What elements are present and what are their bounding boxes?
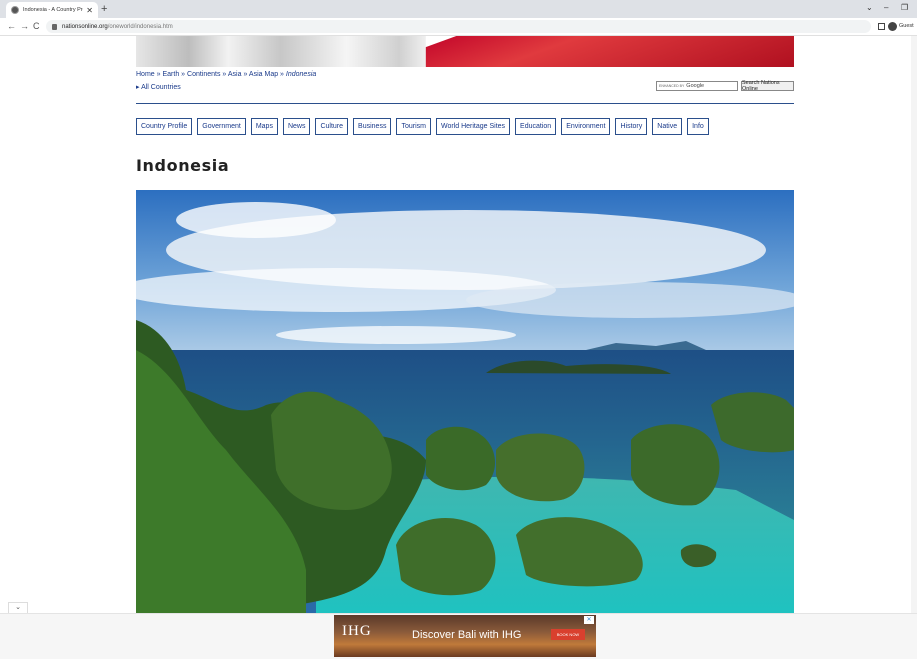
nav-news[interactable]: News: [282, 118, 311, 135]
back-icon[interactable]: ←: [7, 21, 16, 32]
tab-title: Indonesia - A Country Profile - D: [23, 7, 83, 13]
nav-native[interactable]: Native: [652, 118, 683, 135]
header-divider: [136, 103, 794, 104]
search-button[interactable]: Search Nations Online: [741, 80, 794, 92]
header-banner: [136, 36, 794, 67]
nav-history[interactable]: History: [615, 118, 648, 135]
nav-country-profile[interactable]: Country Profile: [136, 118, 193, 135]
forward-icon[interactable]: →: [20, 21, 29, 32]
breadcrumb-current: Indonesia: [285, 71, 317, 78]
breadcrumb: Home » Earth » Continents » Asia » Asia …: [136, 71, 317, 78]
page-title: Indonesia: [136, 156, 230, 175]
site-favicon-icon: [11, 6, 19, 14]
section-nav: Country Profile Government Maps News Cul…: [136, 118, 709, 135]
browser-toolbar: ← → C nationsonline.org /oneworld/indone…: [0, 18, 917, 36]
breadcrumb-earth[interactable]: Earth: [162, 71, 179, 78]
nav-culture[interactable]: Culture: [315, 118, 349, 135]
google-label: Google: [686, 83, 705, 89]
nav-world-heritage-sites[interactable]: World Heritage Sites: [435, 118, 511, 135]
lock-icon: [52, 23, 57, 30]
enhanced-by-label: ENHANCED BY: [659, 84, 685, 88]
browser-tab-bar: Indonesia - A Country Profile - D ✕ + ⌄ …: [0, 0, 917, 18]
browser-tab[interactable]: Indonesia - A Country Profile - D ✕: [6, 2, 98, 18]
hero-photo: [136, 190, 794, 613]
breadcrumb-home[interactable]: Home: [136, 71, 155, 78]
nav-tourism[interactable]: Tourism: [396, 118, 431, 135]
nav-education[interactable]: Education: [515, 118, 557, 135]
breadcrumb-asia[interactable]: Asia: [228, 71, 242, 78]
ad-book-now-button[interactable]: BOOK NOW: [551, 629, 585, 640]
ad-close-icon[interactable]: ✕: [584, 616, 594, 624]
search-input[interactable]: ENHANCED BY Google: [656, 81, 738, 91]
ad-logo: IHG: [342, 623, 372, 639]
profile-avatar-icon[interactable]: [888, 22, 897, 31]
breadcrumb-continents[interactable]: Continents: [187, 71, 220, 78]
address-bar[interactable]: nationsonline.org /oneworld/indonesia.ht…: [46, 20, 871, 33]
tab-search-icon[interactable]: ⌄: [866, 3, 873, 12]
breadcrumb-asia-map[interactable]: Asia Map: [249, 71, 278, 78]
hero-landscape-image: [136, 190, 794, 613]
all-countries-link[interactable]: ▸ All Countries: [136, 83, 181, 91]
collapse-ad-button[interactable]: ⌄: [8, 602, 28, 613]
new-tab-button[interactable]: +: [101, 3, 107, 15]
tab-close-icon[interactable]: ✕: [86, 6, 93, 15]
reload-icon[interactable]: C: [33, 21, 40, 32]
url-host: nationsonline.org: [62, 23, 108, 30]
side-panel-icon[interactable]: [878, 23, 885, 30]
url-path: /oneworld/indonesia.htm: [107, 23, 173, 30]
profile-label[interactable]: Guest: [899, 23, 914, 29]
nav-business[interactable]: Business: [353, 118, 392, 135]
advertisement-banner[interactable]: IHG Discover Bali with IHG BOOK NOW ✕: [334, 615, 596, 657]
nav-environment[interactable]: Environment: [561, 118, 611, 135]
nav-government[interactable]: Government: [197, 118, 246, 135]
nav-maps[interactable]: Maps: [250, 118, 278, 135]
minimize-icon[interactable]: –: [884, 3, 888, 12]
restore-icon[interactable]: ❐: [901, 3, 908, 12]
page-scrollbar[interactable]: [911, 36, 917, 613]
ad-headline: Discover Bali with IHG: [412, 629, 522, 641]
nav-info[interactable]: Info: [687, 118, 709, 135]
